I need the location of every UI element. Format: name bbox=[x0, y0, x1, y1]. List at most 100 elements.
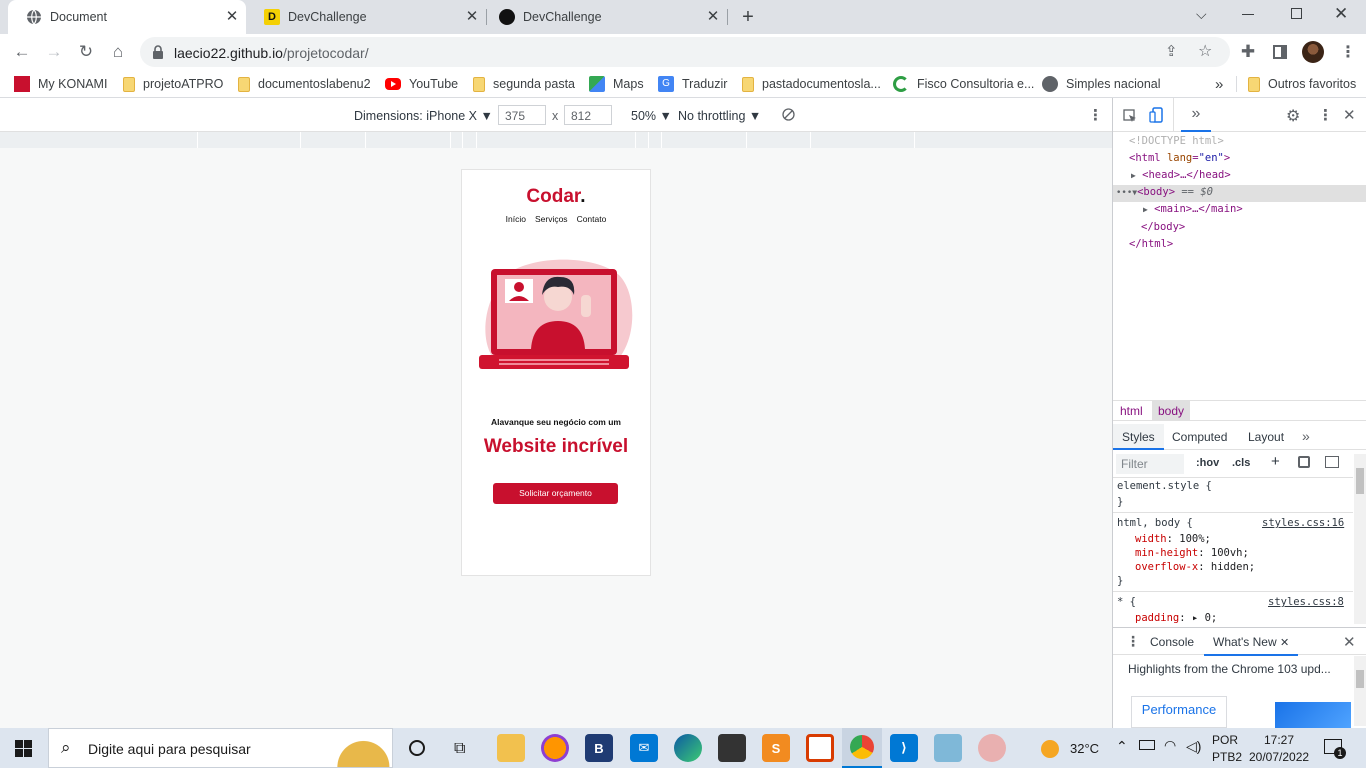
forward-icon[interactable]: → bbox=[42, 40, 66, 64]
tab-search-chevron-icon[interactable]: ⌵ bbox=[1196, 6, 1214, 26]
new-style-rule-icon[interactable]: + bbox=[1271, 453, 1280, 470]
css-declaration[interactable]: width: 100%; bbox=[1135, 533, 1211, 545]
dom-body-open[interactable]: •••▼<body> == $0 bbox=[1116, 186, 1213, 198]
task-view-icon[interactable]: ⧉ bbox=[454, 740, 465, 758]
bookmark-star-icon[interactable]: ☆ bbox=[1198, 41, 1212, 61]
wifi-icon[interactable]: ◠ bbox=[1164, 737, 1176, 754]
more-tabs-chevron-icon[interactable]: » bbox=[1181, 98, 1211, 132]
nav-inicio[interactable]: Início bbox=[506, 214, 526, 224]
tab-styles[interactable]: Styles bbox=[1113, 424, 1164, 450]
device-dimensions-select[interactable]: Dimensions: iPhone X ▼ bbox=[354, 109, 493, 123]
close-drawer-icon[interactable]: ✕ bbox=[1343, 633, 1356, 651]
devtools-menu-icon[interactable]: ⋮ bbox=[1318, 106, 1333, 124]
device-width-input[interactable]: 375 bbox=[498, 105, 546, 125]
bookmark-projetoatpro[interactable]: projetoATPRO bbox=[123, 75, 223, 93]
dom-html-close[interactable]: </html> bbox=[1129, 238, 1173, 250]
cortana-icon[interactable] bbox=[409, 740, 425, 756]
paint-bucket-icon[interactable] bbox=[1298, 456, 1310, 468]
styles-filter-input[interactable]: Filter bbox=[1116, 454, 1184, 474]
more-panel-tabs[interactable]: » bbox=[1302, 428, 1310, 444]
cls-toggle[interactable]: .cls bbox=[1232, 457, 1250, 469]
tab-devchallenge-1[interactable]: D DevChallenge ✕ bbox=[246, 0, 486, 34]
element-style-selector[interactable]: element.style { bbox=[1117, 480, 1212, 492]
rule-selector[interactable]: * { bbox=[1117, 596, 1136, 608]
close-window-icon[interactable]: ✕ bbox=[1334, 4, 1348, 24]
drawer-tab-whats-new[interactable]: What's New ✕ bbox=[1204, 628, 1299, 656]
drawer-menu-icon[interactable]: ⋮ bbox=[1126, 633, 1140, 650]
drawer-scrollbar[interactable] bbox=[1354, 656, 1366, 726]
microsoft-store-icon[interactable] bbox=[718, 734, 746, 762]
device-toolbar-menu-icon[interactable]: ⋮ bbox=[1088, 106, 1103, 124]
bookmark-pastadocumentos[interactable]: pastadocumentosla... bbox=[742, 75, 881, 93]
battery-icon[interactable] bbox=[1139, 740, 1155, 750]
request-quote-button[interactable]: Solicitar orçamento bbox=[493, 483, 618, 504]
performance-card[interactable]: Performance bbox=[1131, 696, 1227, 728]
tab-document[interactable]: Document ✕ bbox=[8, 0, 246, 34]
mail-icon[interactable]: ✉ bbox=[630, 734, 658, 762]
expand-triangle-icon[interactable]: ▶ bbox=[1143, 205, 1148, 214]
stylesheet-link[interactable]: styles.css:16 bbox=[1262, 517, 1344, 529]
dom-main[interactable]: ▶ <main>…</main> bbox=[1143, 203, 1243, 215]
vscode-icon[interactable]: ⟩ bbox=[890, 734, 918, 762]
dom-body-close[interactable]: </body> bbox=[1141, 221, 1185, 233]
chrome-taskbar-active[interactable] bbox=[842, 728, 882, 768]
rule-selector[interactable]: html, body { bbox=[1117, 517, 1193, 529]
breadcrumb-html[interactable]: html bbox=[1120, 404, 1143, 418]
sublime-text-icon[interactable]: S bbox=[762, 734, 790, 762]
zoom-select[interactable]: 50% ▼ bbox=[631, 109, 672, 123]
file-explorer-icon[interactable] bbox=[497, 734, 525, 762]
bookmark-my-konami[interactable]: My KONAMI bbox=[14, 75, 107, 93]
media-query-ruler[interactable] bbox=[0, 132, 1112, 148]
bookmark-segunda-pasta[interactable]: segunda pasta bbox=[473, 75, 575, 93]
tab-computed[interactable]: Computed bbox=[1172, 430, 1227, 444]
volume-icon[interactable]: ◁) bbox=[1186, 738, 1201, 755]
new-tab-icon[interactable]: + bbox=[737, 6, 759, 28]
tab-layout[interactable]: Layout bbox=[1248, 430, 1284, 444]
taskbar-search-box[interactable]: ⌕ Digite aqui para pesquisar bbox=[48, 728, 393, 768]
weather-sun-icon[interactable] bbox=[1041, 740, 1059, 758]
close-tab-icon[interactable]: ✕ bbox=[705, 9, 721, 25]
expand-triangle-icon[interactable]: ▶ bbox=[1131, 171, 1136, 180]
weather-temperature[interactable]: 32°C bbox=[1070, 741, 1099, 756]
clock-time[interactable]: 17:27 bbox=[1264, 733, 1294, 747]
close-devtools-icon[interactable]: ✕ bbox=[1343, 106, 1356, 124]
reload-icon[interactable]: ↻ bbox=[74, 40, 98, 64]
dom-doctype[interactable]: <!DOCTYPE html> bbox=[1129, 135, 1224, 147]
close-tab-icon[interactable]: ✕ bbox=[464, 9, 480, 25]
show-hidden-icons-chevron[interactable]: ⌃ bbox=[1116, 738, 1128, 755]
inspect-element-icon[interactable] bbox=[1123, 109, 1137, 123]
bookmark-youtube[interactable]: YouTube bbox=[385, 75, 458, 93]
firefox-icon[interactable] bbox=[541, 734, 569, 762]
bookmark-documentoslabenu2[interactable]: documentoslabenu2 bbox=[238, 75, 371, 93]
tab-devchallenge-2[interactable]: DevChallenge ✕ bbox=[487, 0, 727, 34]
notification-center-icon[interactable]: 1 bbox=[1324, 739, 1346, 759]
bookmark-traduzir[interactable]: G Traduzir bbox=[658, 75, 727, 93]
styles-scrollbar[interactable] bbox=[1354, 454, 1366, 624]
minimize-icon[interactable] bbox=[1242, 14, 1254, 15]
side-panel-icon[interactable] bbox=[1273, 45, 1287, 59]
bookmark-maps[interactable]: Maps bbox=[589, 75, 644, 93]
breadcrumb-body[interactable]: body bbox=[1152, 401, 1191, 421]
dom-html-open[interactable]: <html lang="en"> bbox=[1129, 152, 1230, 164]
scrollbar-thumb[interactable] bbox=[1356, 468, 1364, 494]
settings-gear-icon[interactable]: ⚙ bbox=[1286, 106, 1300, 126]
windows-start-icon[interactable] bbox=[15, 740, 32, 757]
close-tab-icon[interactable]: ✕ bbox=[1280, 637, 1289, 649]
nav-servicos[interactable]: Serviços bbox=[535, 214, 568, 224]
paint-icon[interactable] bbox=[978, 734, 1006, 762]
device-height-input[interactable]: 812 bbox=[564, 105, 612, 125]
bookmark-outros-favoritos[interactable]: Outros favoritos bbox=[1248, 75, 1356, 93]
home-icon[interactable]: ⌂ bbox=[106, 40, 130, 64]
keyboard-layout[interactable]: PTB2 bbox=[1212, 750, 1242, 764]
edge-icon[interactable] bbox=[674, 734, 702, 762]
clock-date[interactable]: 20/07/2022 bbox=[1249, 750, 1309, 764]
drawer-tab-console[interactable]: Console bbox=[1150, 635, 1194, 649]
css-declaration[interactable]: padding: ▸ 0; bbox=[1135, 612, 1217, 624]
bitwarden-b-icon[interactable]: B bbox=[585, 734, 613, 762]
device-toggle-icon[interactable] bbox=[1149, 107, 1163, 123]
office-icon[interactable] bbox=[806, 734, 834, 762]
hov-toggle[interactable]: :hov bbox=[1196, 457, 1219, 469]
toggle-sidebar-icon[interactable] bbox=[1325, 456, 1339, 468]
input-language[interactable]: POR bbox=[1212, 733, 1238, 747]
menu-kebab-icon[interactable]: ⋮ bbox=[1340, 42, 1356, 62]
